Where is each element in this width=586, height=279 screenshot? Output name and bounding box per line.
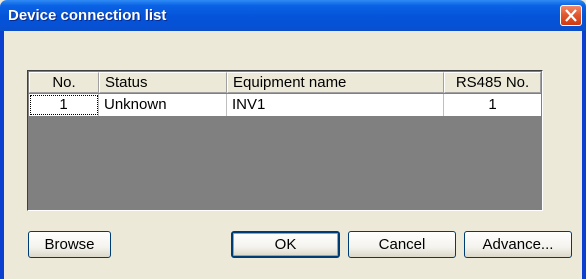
column-header-status[interactable]: Status xyxy=(99,72,227,93)
window-title: Device connection list xyxy=(8,7,167,24)
cell-no[interactable]: 1 xyxy=(29,94,99,116)
ok-button[interactable]: OK xyxy=(231,231,340,258)
window-frame-right xyxy=(582,31,586,279)
close-icon xyxy=(565,9,577,22)
cell-equipment-name[interactable]: INV1 xyxy=(227,94,444,116)
column-header-no[interactable]: No. xyxy=(29,72,99,93)
title-bar: Device connection list xyxy=(0,0,586,31)
browse-button[interactable]: Browse xyxy=(28,231,111,258)
close-button[interactable] xyxy=(560,5,582,26)
device-connection-dialog: Device connection list No. Status Equipm… xyxy=(0,0,586,279)
column-header-rs485-no[interactable]: RS485 No. xyxy=(444,72,541,93)
cell-status[interactable]: Unknown xyxy=(99,94,227,116)
column-header-equipment-name[interactable]: Equipment name xyxy=(227,72,444,93)
grid-header-row: No. Status Equipment name RS485 No. xyxy=(29,72,541,94)
advance-button[interactable]: Advance... xyxy=(464,231,572,258)
cancel-button[interactable]: Cancel xyxy=(348,231,456,258)
device-list-grid[interactable]: No. Status Equipment name RS485 No. 1 Un… xyxy=(27,70,543,211)
window-frame-left xyxy=(0,31,4,279)
cell-rs485-no[interactable]: 1 xyxy=(444,94,541,116)
table-row[interactable]: 1 Unknown INV1 1 xyxy=(29,94,541,116)
